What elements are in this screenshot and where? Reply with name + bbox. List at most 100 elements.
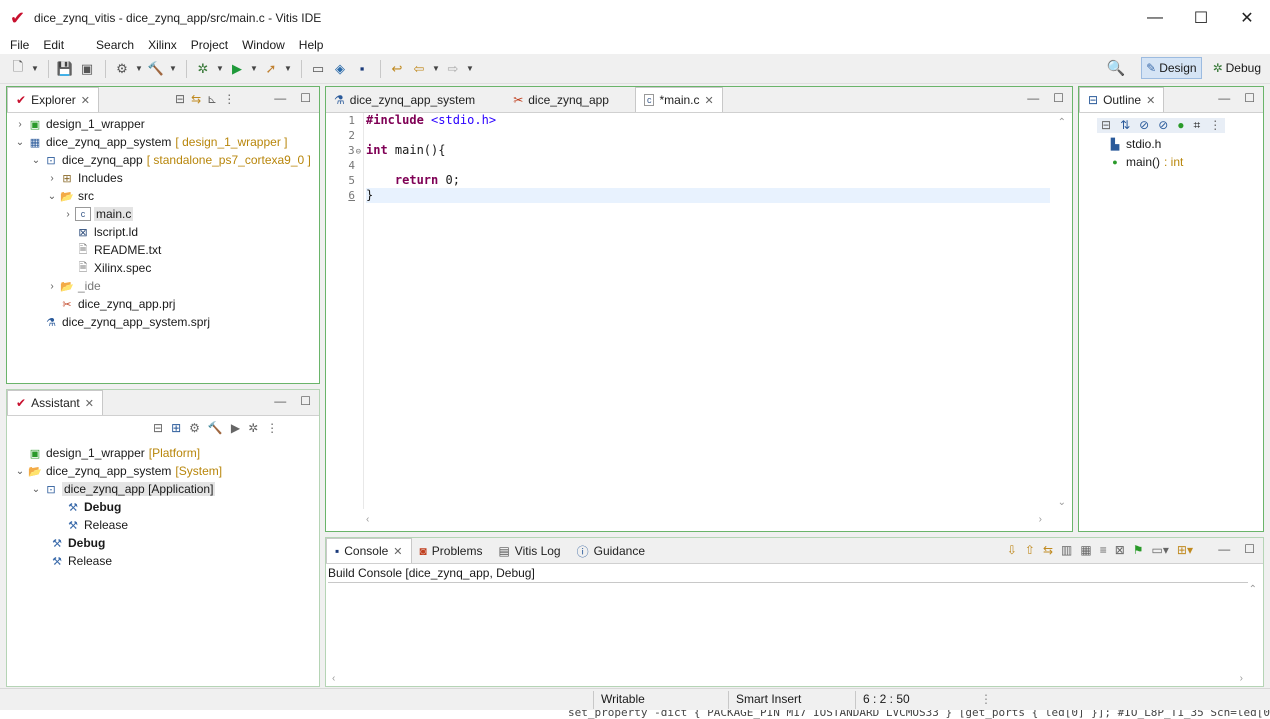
tree-item-main-c[interactable]: › c main.c xyxy=(13,205,311,223)
menu-project[interactable]: Project xyxy=(191,38,228,52)
tab-problems[interactable]: ◙ Problems xyxy=(412,539,491,563)
close-icon[interactable]: ✕ xyxy=(81,94,90,107)
tab-dice-zynq-app[interactable]: ✂ dice_zynq_app xyxy=(505,88,635,112)
hide-fields-icon[interactable]: ⊘ xyxy=(1139,118,1149,133)
collapse-icon[interactable]: ⌄ xyxy=(45,191,59,202)
tree-item-readme[interactable]: 🗎 README.txt xyxy=(13,241,311,259)
hide-static-icon[interactable]: ⊘ xyxy=(1158,118,1168,133)
close-icon[interactable]: ✕ xyxy=(393,545,402,558)
program-rocket-icon[interactable]: ➚ xyxy=(261,59,281,79)
run-icon[interactable]: ▶ xyxy=(231,421,240,435)
console-vertical-scrollbar[interactable]: ⌃ xyxy=(1249,584,1257,595)
fold-icon[interactable]: ⊖ xyxy=(356,147,361,157)
save-all-icon[interactable]: ▣ xyxy=(77,59,97,79)
new-dropdown-icon[interactable]: ▼ xyxy=(30,59,40,79)
collapse-all-icon[interactable]: ⊟ xyxy=(153,421,163,435)
tab-console[interactable]: ▪ Console ✕ xyxy=(326,538,412,563)
assistant-item-app-debug[interactable]: ⚒ Debug xyxy=(13,498,222,516)
close-icon[interactable]: ✕ xyxy=(705,94,714,107)
minimize-view-icon[interactable]: — xyxy=(1218,542,1230,556)
expand-icon[interactable]: › xyxy=(45,173,59,184)
assistant-item-system[interactable]: ⌄ 📂 dice_zynq_app_system [System] xyxy=(13,462,222,480)
group-includes-icon[interactable]: ⌗ xyxy=(1194,118,1201,133)
assistant-item-app-release[interactable]: ⚒ Release xyxy=(13,516,222,534)
link-icon[interactable]: ⇆ xyxy=(1043,543,1053,557)
last-edit-icon[interactable]: ↩ xyxy=(387,59,407,79)
back-icon[interactable]: ⇦ xyxy=(409,59,429,79)
tree-item-sprj[interactable]: ⚗ dice_zynq_app_system.sprj xyxy=(13,313,311,331)
settings-gear-icon[interactable]: ⚙ xyxy=(112,59,132,79)
tree-item-app[interactable]: ⌄ ⊡ dice_zynq_app [ standalone_ps7_corte… xyxy=(13,151,311,169)
maximize-view-icon[interactable]: ☐ xyxy=(300,91,311,105)
build-hammer-icon[interactable]: 🔨 xyxy=(208,421,223,435)
console-horizontal-scrollbar[interactable]: ‹ › xyxy=(332,673,1243,684)
word-wrap-icon[interactable]: ≡ xyxy=(1100,543,1107,557)
scroll-down-arrow[interactable]: ⌄ xyxy=(1058,497,1066,508)
pin-console-icon[interactable]: ⚑ xyxy=(1133,543,1144,557)
collapse-all-icon[interactable]: ⊟ xyxy=(175,92,185,106)
code-text[interactable]: #include <stdio.h> int main(){ return 0;… xyxy=(366,113,1050,203)
link-editor-icon[interactable]: ⇆ xyxy=(191,92,201,106)
expand-icon[interactable]: › xyxy=(45,281,59,292)
assistant-item-sys-release[interactable]: ⚒ Release xyxy=(13,552,222,570)
program-dropdown-icon[interactable]: ▼ xyxy=(283,59,293,79)
menu-window[interactable]: Window xyxy=(242,38,285,52)
view-menu-icon[interactable]: ⋮ xyxy=(266,421,278,435)
display-console-icon[interactable]: ▭▾ xyxy=(1152,543,1169,557)
status-more-icon[interactable]: ⋮ xyxy=(980,692,992,706)
menu-search[interactable]: Search xyxy=(96,38,134,52)
xsct-icon[interactable]: ◈ xyxy=(330,59,350,79)
new-icon[interactable]: 🗋 xyxy=(8,59,28,79)
collapse-icon[interactable]: ⌄ xyxy=(29,484,43,495)
run-dropdown-icon[interactable]: ▼ xyxy=(249,59,259,79)
minimize-view-icon[interactable]: — xyxy=(274,394,286,408)
clear-console-icon[interactable]: ⊠ xyxy=(1115,543,1125,557)
horizontal-scrollbar[interactable]: ‹ › xyxy=(366,514,1042,525)
tab-guidance[interactable]: ⓘ Guidance xyxy=(569,539,653,563)
tab-explorer[interactable]: ✔ Explorer ✕ xyxy=(7,87,99,112)
hide-nonpublic-icon[interactable]: ● xyxy=(1177,118,1184,133)
open-console-icon[interactable]: ⊞▾ xyxy=(1177,543,1193,557)
console-output-area[interactable] xyxy=(328,584,1249,672)
forward-icon[interactable]: ⇨ xyxy=(443,59,463,79)
view-menu-icon[interactable]: ⋮ xyxy=(223,92,235,106)
tree-item-prj[interactable]: ✂ dice_zynq_app.prj xyxy=(13,295,311,313)
minimize-button[interactable]: — xyxy=(1132,0,1178,36)
view-menu-icon[interactable]: ⋮ xyxy=(1209,118,1221,133)
maximize-view-icon[interactable]: ☐ xyxy=(1244,542,1255,556)
vertical-scrollbar[interactable]: ⌃ xyxy=(1058,117,1066,128)
maximize-view-icon[interactable]: ☐ xyxy=(300,394,311,408)
debug-bug-icon[interactable]: ✲ xyxy=(193,59,213,79)
expand-icon[interactable]: › xyxy=(61,209,75,220)
back-dropdown-icon[interactable]: ▼ xyxy=(431,59,441,79)
terminal-icon[interactable]: ▭ xyxy=(308,59,328,79)
build-hammer-icon[interactable]: 🔨 xyxy=(146,59,166,79)
tab-vitis-log[interactable]: ▤ Vitis Log xyxy=(490,539,568,563)
menu-file[interactable]: File xyxy=(10,38,29,52)
code-editor[interactable]: 1 2 3⊖ 4 5 6 #include <stdio.h> int main… xyxy=(340,113,1050,509)
show-on-output-icon[interactable]: ▥ xyxy=(1061,543,1072,557)
collapse-icon[interactable]: ⌄ xyxy=(29,155,43,166)
scroll-up-icon[interactable]: ⇧ xyxy=(1025,543,1035,557)
debug-dropdown-icon[interactable]: ▼ xyxy=(215,59,225,79)
search-icon[interactable]: 🔍 xyxy=(1105,57,1127,79)
tab-outline[interactable]: ⊟ Outline ✕ xyxy=(1079,87,1165,112)
assistant-item-application[interactable]: ⌄ ⊡ dice_zynq_app [Application] xyxy=(13,480,222,498)
maximize-view-icon[interactable]: ☐ xyxy=(1244,91,1255,105)
maximize-view-icon[interactable]: ☐ xyxy=(1053,91,1064,105)
tab-assistant[interactable]: ✔ Assistant ✕ xyxy=(7,390,103,415)
run-icon[interactable]: ▶ xyxy=(227,59,247,79)
close-button[interactable]: ✕ xyxy=(1224,0,1270,36)
expand-icon[interactable]: › xyxy=(13,119,27,130)
save-icon[interactable]: 💾 xyxy=(55,59,75,79)
collapse-all-icon[interactable]: ⊟ xyxy=(1101,118,1111,133)
build-dropdown-icon[interactable]: ▼ xyxy=(168,59,178,79)
menu-xilinx[interactable]: Xilinx xyxy=(148,38,177,52)
close-icon[interactable]: ✕ xyxy=(1146,94,1155,107)
tree-item-design-1-wrapper[interactable]: › ▣ design_1_wrapper xyxy=(13,115,311,133)
minimize-view-icon[interactable]: — xyxy=(274,91,286,105)
tree-item-xilinx-spec[interactable]: 🗎 Xilinx.spec xyxy=(13,259,311,277)
sort-icon[interactable]: ⇅ xyxy=(1120,118,1130,133)
console-icon[interactable]: ▪ xyxy=(352,59,372,79)
tree-item-src[interactable]: ⌄ 📂 src xyxy=(13,187,311,205)
